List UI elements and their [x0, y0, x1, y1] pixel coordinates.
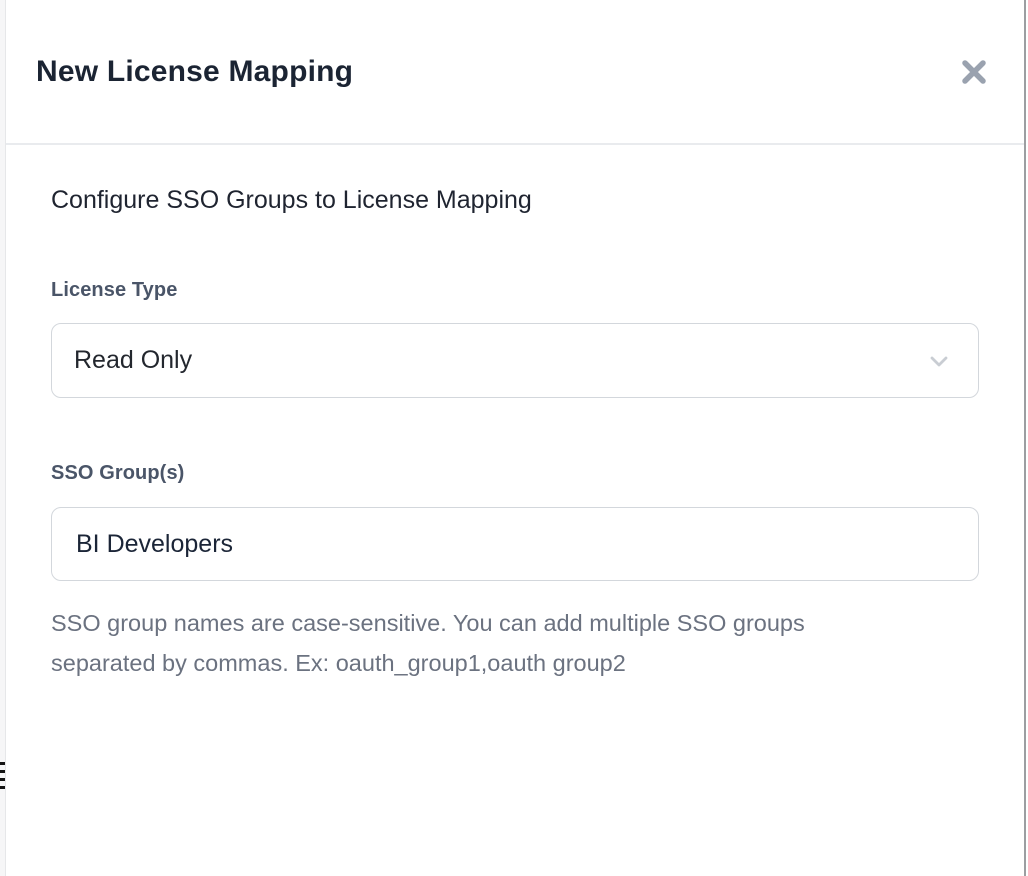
license-type-label: License Type [51, 279, 979, 302]
chevron-down-icon [926, 348, 952, 374]
sso-groups-input[interactable] [51, 507, 979, 581]
license-type-selected-value: Read Only [74, 346, 192, 375]
screen: New License Mapping Configure SSO Groups… [0, 0, 1028, 876]
dialog-body: Configure SSO Groups to License Mapping … [6, 145, 1024, 683]
license-type-select[interactable]: Read Only [51, 323, 979, 398]
section-heading: Configure SSO Groups to License Mapping [51, 183, 979, 217]
window-right-edge-line [1024, 0, 1026, 876]
x-icon [960, 58, 988, 86]
dialog-title: New License Mapping [36, 55, 353, 89]
list-icon [0, 762, 5, 794]
new-license-mapping-dialog: New License Mapping Configure SSO Groups… [6, 0, 1024, 876]
sso-groups-label: SSO Group(s) [51, 462, 979, 485]
dialog-header: New License Mapping [6, 0, 1024, 145]
close-button[interactable] [952, 50, 996, 94]
sso-groups-help-text: SSO group names are case-sensitive. You … [51, 603, 871, 683]
